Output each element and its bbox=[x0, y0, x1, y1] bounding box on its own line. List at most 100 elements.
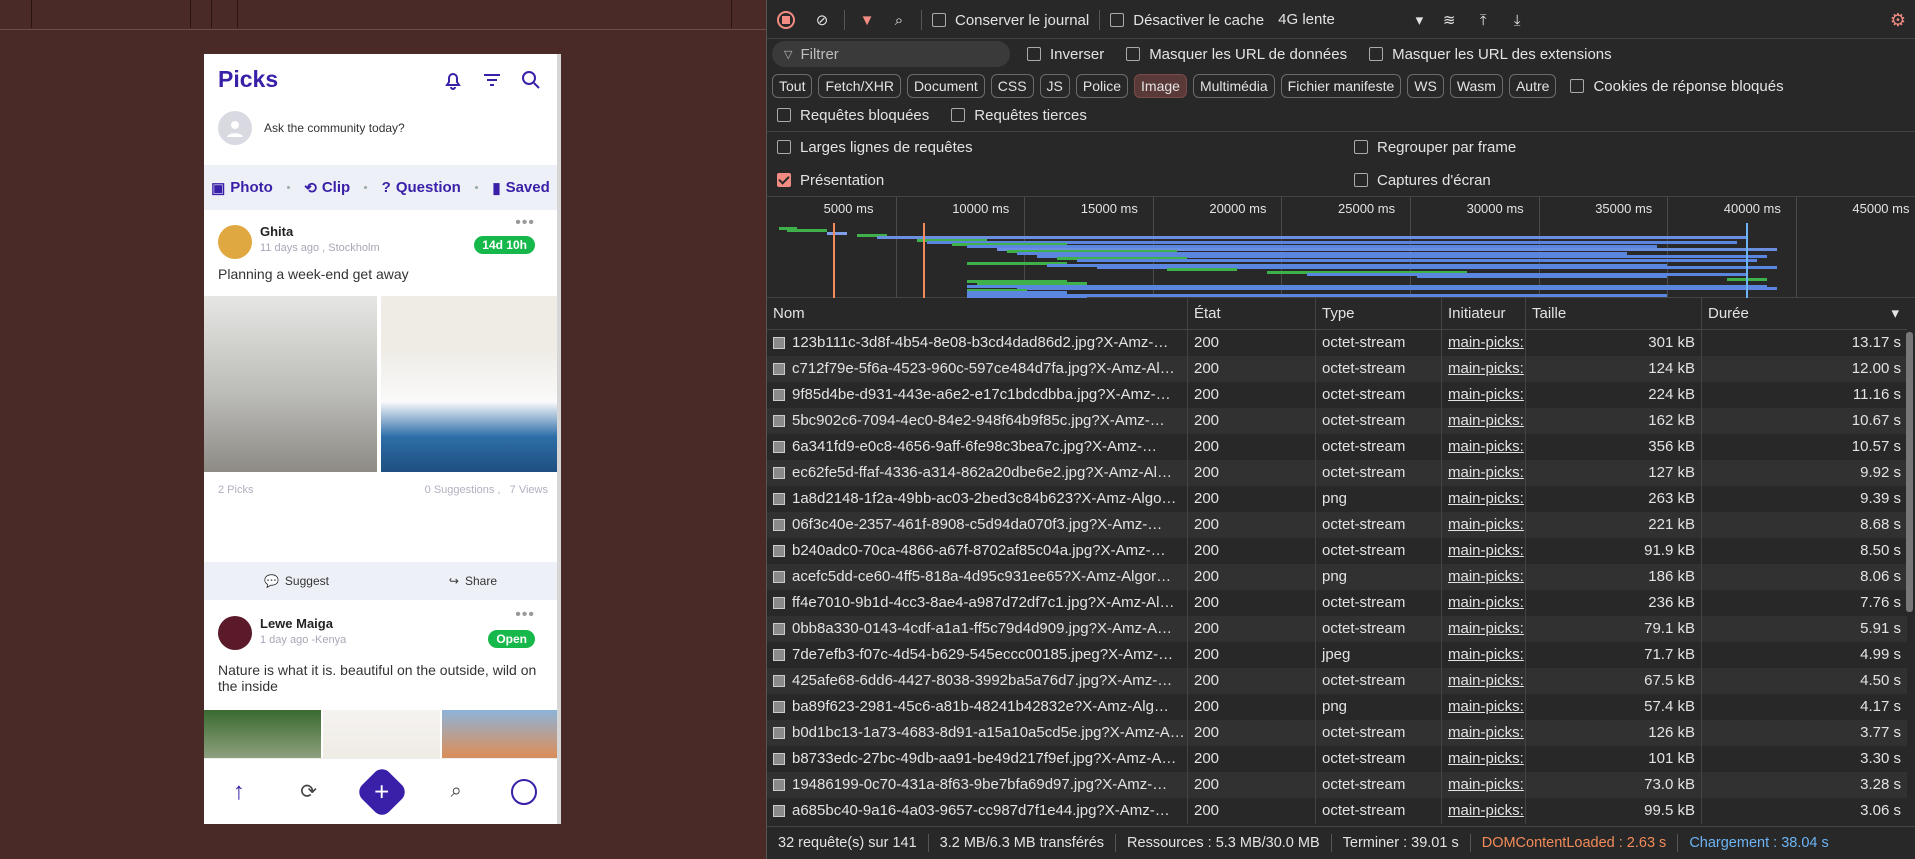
type-filter-font[interactable]: Police bbox=[1075, 74, 1129, 98]
column-header-type[interactable]: Type bbox=[1315, 298, 1441, 330]
table-row[interactable]: b240adc0-70ca-4866-a67f-8702af85c04a.jpg… bbox=[767, 538, 1907, 564]
request-initiator-text[interactable]: main-picks: bbox=[1448, 568, 1524, 585]
network-conditions-icon[interactable]: ≋ bbox=[1437, 8, 1461, 32]
type-filter-wasm[interactable]: Wasm bbox=[1449, 74, 1503, 98]
table-row[interactable]: 1a8d2148-1f2a-49bb-ac03-2bed3c84b623?X-A… bbox=[767, 486, 1907, 512]
scrollbar[interactable] bbox=[1906, 332, 1913, 612]
profile-icon[interactable] bbox=[511, 778, 538, 805]
question-button[interactable]: ? Question bbox=[382, 179, 461, 196]
import-har-icon[interactable]: ⤒ bbox=[1471, 8, 1495, 32]
filter-icon[interactable]: ▼ bbox=[855, 8, 879, 32]
request-initiator-text[interactable]: main-picks: bbox=[1448, 542, 1524, 559]
type-filter-js[interactable]: JS bbox=[1039, 74, 1070, 98]
search-icon[interactable] bbox=[519, 68, 543, 92]
post-author[interactable]: Ghita bbox=[260, 224, 293, 239]
preserve-log-checkbox[interactable]: Conserver le journal bbox=[932, 12, 1089, 29]
request-initiator[interactable]: main-picks: bbox=[1441, 564, 1525, 590]
request-initiator[interactable]: main-picks: bbox=[1441, 460, 1525, 486]
table-row[interactable]: ff4e7010-9b1d-4cc3-8ae4-a987d72df7c1.jpg… bbox=[767, 590, 1907, 616]
request-initiator[interactable]: main-picks: bbox=[1441, 798, 1525, 824]
request-initiator-text[interactable]: main-picks: bbox=[1448, 360, 1524, 377]
hide-data-urls-checkbox[interactable]: Masquer les URL de données bbox=[1126, 46, 1347, 63]
type-filter-manifest[interactable]: Fichier manifeste bbox=[1280, 74, 1402, 98]
request-initiator[interactable]: main-picks: bbox=[1441, 356, 1525, 382]
request-initiator-text[interactable]: main-picks: bbox=[1448, 698, 1524, 715]
third-party-checkbox[interactable]: Requêtes tierces bbox=[951, 107, 1087, 124]
post-author[interactable]: Lewe Maiga bbox=[260, 616, 333, 631]
request-initiator-text[interactable]: main-picks: bbox=[1448, 776, 1524, 793]
table-row[interactable]: 19486199-0c70-431a-8f63-9be7bfa69d97.jpg… bbox=[767, 772, 1907, 798]
group-by-frame-checkbox[interactable]: Regrouper par frame bbox=[1354, 139, 1516, 156]
column-header-name[interactable]: Nom bbox=[767, 298, 1187, 330]
request-initiator-text[interactable]: main-picks: bbox=[1448, 516, 1524, 533]
suggest-button[interactable]: 💬 Suggest bbox=[264, 574, 329, 588]
bell-icon[interactable] bbox=[441, 68, 465, 92]
table-row[interactable]: 425afe68-6dd6-4427-8038-3992ba5a76d7.jpg… bbox=[767, 668, 1907, 694]
request-initiator[interactable]: main-picks: bbox=[1441, 720, 1525, 746]
type-filter-other[interactable]: Autre bbox=[1508, 74, 1557, 98]
request-initiator[interactable]: main-picks: bbox=[1441, 590, 1525, 616]
large-rows-checkbox[interactable]: Larges lignes de requêtes bbox=[777, 139, 973, 156]
photo-button[interactable]: ▣ Photo bbox=[211, 179, 273, 197]
type-filter-css[interactable]: CSS bbox=[990, 74, 1034, 98]
ask-community-input[interactable]: Ask the community today? bbox=[218, 110, 405, 146]
type-filter-fetch-xhr[interactable]: Fetch/XHR bbox=[818, 74, 901, 98]
clear-icon[interactable]: ⊘ bbox=[810, 8, 834, 32]
request-initiator-text[interactable]: main-picks: bbox=[1448, 646, 1524, 663]
table-row[interactable]: a685bc40-9a16-4a03-9657-cc987d7f1e44.jpg… bbox=[767, 798, 1907, 824]
table-row[interactable]: 5bc902c6-7094-4ec0-84e2-948f64b9f85c.jpg… bbox=[767, 408, 1907, 434]
request-initiator[interactable]: main-picks: bbox=[1441, 668, 1525, 694]
request-initiator[interactable]: main-picks: bbox=[1441, 434, 1525, 460]
invert-checkbox[interactable]: Inverser bbox=[1027, 46, 1104, 63]
type-filter-all[interactable]: Tout bbox=[772, 74, 813, 98]
request-initiator-text[interactable]: main-picks: bbox=[1448, 412, 1524, 429]
avatar[interactable] bbox=[218, 616, 252, 650]
search-icon[interactable]: ⌕ bbox=[441, 777, 471, 807]
table-row[interactable]: acefc5dd-ce60-4ff5-818a-4d95c931ee65?X-A… bbox=[767, 564, 1907, 590]
request-initiator-text[interactable]: main-picks: bbox=[1448, 594, 1524, 611]
request-initiator[interactable]: main-picks: bbox=[1441, 616, 1525, 642]
table-row[interactable]: ec62fe5d-ffaf-4336-a314-862a20dbe6e2.jpg… bbox=[767, 460, 1907, 486]
request-initiator-text[interactable]: main-picks: bbox=[1448, 490, 1524, 507]
search-icon[interactable]: ⌕ bbox=[887, 8, 911, 32]
column-header-initiator[interactable]: Initiateur bbox=[1441, 298, 1525, 330]
overview-checkbox[interactable]: Présentation bbox=[777, 172, 884, 189]
post-image[interactable] bbox=[381, 296, 557, 472]
home-arrow-icon[interactable]: ↑ bbox=[224, 777, 254, 807]
clips-icon[interactable]: ⟳ bbox=[294, 777, 324, 807]
table-row[interactable]: b8733edc-27bc-49db-aa91-be49d217f9ef.jpg… bbox=[767, 746, 1907, 772]
table-row[interactable]: 6a341fd9-e0c8-4656-9aff-6fe98c3bea7c.jpg… bbox=[767, 434, 1907, 460]
request-initiator-text[interactable]: main-picks: bbox=[1448, 620, 1524, 637]
request-initiator-text[interactable]: main-picks: bbox=[1448, 750, 1524, 767]
export-har-icon[interactable]: ⤓ bbox=[1505, 8, 1529, 32]
blocked-cookies-checkbox[interactable]: Cookies de réponse bloqués bbox=[1570, 78, 1784, 95]
type-filter-image[interactable]: Image bbox=[1134, 74, 1187, 98]
record-stop-icon[interactable] bbox=[774, 8, 798, 32]
more-options-icon[interactable]: ••• bbox=[515, 606, 535, 624]
table-row[interactable]: 9f85d4be-d931-443e-a6e2-e17c1bdcdbba.jpg… bbox=[767, 382, 1907, 408]
column-header-duration[interactable]: Durée ▾ bbox=[1701, 298, 1907, 330]
request-initiator[interactable]: main-picks: bbox=[1441, 382, 1525, 408]
request-initiator-text[interactable]: main-picks: bbox=[1448, 464, 1524, 481]
request-initiator-text[interactable]: main-picks: bbox=[1448, 438, 1524, 455]
request-initiator[interactable]: main-picks: bbox=[1441, 642, 1525, 668]
table-row[interactable]: 0bb8a330-0143-4cdf-a1a1-ff5c79d4d909.jpg… bbox=[767, 616, 1907, 642]
clip-button[interactable]: ⟲ Clip bbox=[304, 179, 350, 197]
avatar[interactable] bbox=[218, 225, 252, 259]
timeline-overview[interactable]: 5000 ms 10000 ms 15000 ms 20000 ms 25000 ms 3… bbox=[767, 196, 1915, 299]
table-row[interactable]: 06f3c40e-2357-461f-8908-c5d94da070f3.jpg… bbox=[767, 512, 1907, 538]
share-button[interactable]: ↪ Share bbox=[449, 574, 497, 588]
type-filter-document[interactable]: Document bbox=[906, 74, 985, 98]
request-initiator[interactable]: main-picks: bbox=[1441, 694, 1525, 720]
request-initiator-text[interactable]: main-picks: bbox=[1448, 334, 1524, 351]
type-filter-media[interactable]: Multimédia bbox=[1192, 74, 1275, 98]
column-header-status[interactable]: État bbox=[1187, 298, 1315, 330]
column-header-size[interactable]: Taille bbox=[1525, 298, 1701, 330]
create-post-button[interactable]: + bbox=[355, 764, 410, 819]
hide-extension-urls-checkbox[interactable]: Masquer les URL des extensions bbox=[1369, 46, 1612, 63]
screenshots-checkbox[interactable]: Captures d'écran bbox=[1354, 172, 1491, 189]
request-initiator[interactable]: main-picks: bbox=[1441, 538, 1525, 564]
request-initiator[interactable]: main-picks: bbox=[1441, 408, 1525, 434]
table-row[interactable]: 123b111c-3d8f-4b54-8e08-b3cd4dad86d2.jpg… bbox=[767, 330, 1907, 356]
table-row[interactable]: ba89f623-2981-45c6-a81b-48241b42832e?X-A… bbox=[767, 694, 1907, 720]
